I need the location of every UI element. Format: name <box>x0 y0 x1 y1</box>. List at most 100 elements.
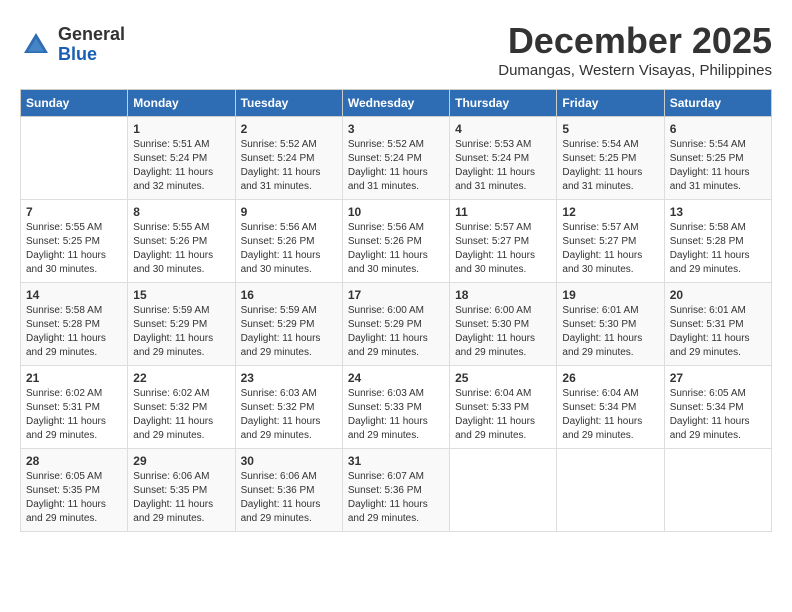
day-info: Sunrise: 6:03 AM Sunset: 5:33 PM Dayligh… <box>348 387 444 443</box>
calendar-cell: 12Sunrise: 5:57 AM Sunset: 5:27 PM Dayli… <box>557 200 664 283</box>
calendar-cell: 3 Sunrise: 5:52 AM Sunset: 5:24 PM Daylig… <box>342 117 449 200</box>
day-info: Sunrise: 6:01 AM Sunset: 5:30 PM Dayligh… <box>562 304 658 360</box>
calendar-cell <box>664 449 771 532</box>
calendar-cell: 18 Sunrise: 6:00 AM Sunset: 5:30 PM Dayli… <box>450 283 557 366</box>
day-number: 11 <box>455 205 551 219</box>
logo-icon <box>20 29 52 61</box>
day-number: 14 <box>26 288 122 302</box>
day-number: 28 <box>26 454 122 468</box>
logo: General Blue <box>20 25 125 65</box>
day-info: Sunrise: 6:02 AM Sunset: 5:32 PM Dayligh… <box>133 387 229 443</box>
day-number: 17 <box>348 288 444 302</box>
day-info: Sunrise: 5:54 AM Sunset: 5:25 PM Dayligh… <box>562 138 658 194</box>
calendar-cell: 27 Sunrise: 6:05 AM Sunset: 5:34 PM Dayli… <box>664 366 771 449</box>
calendar-cell: 10 Sunrise: 5:56 AM Sunset: 5:26 PM Dayli… <box>342 200 449 283</box>
header-cell-sunday: Sunday <box>21 90 128 117</box>
day-number: 15 <box>133 288 229 302</box>
calendar-body: 1 Sunrise: 5:51 AM Sunset: 5:24 PM Daylig… <box>21 117 772 532</box>
logo-blue: Blue <box>58 44 97 64</box>
location: Dumangas, Western Visayas, Philippines <box>498 62 772 79</box>
day-number: 7 <box>26 205 122 219</box>
calendar-week-3: 21Sunrise: 6:02 AM Sunset: 5:31 PM Dayli… <box>21 366 772 449</box>
day-info: Sunrise: 5:53 AM Sunset: 5:24 PM Dayligh… <box>455 138 551 194</box>
calendar-cell: 16 Sunrise: 5:59 AM Sunset: 5:29 PM Dayli… <box>235 283 342 366</box>
day-number: 5 <box>562 122 658 136</box>
day-info: Sunrise: 6:05 AM Sunset: 5:34 PM Dayligh… <box>670 387 766 443</box>
calendar-cell: 31Sunrise: 6:07 AM Sunset: 5:36 PM Dayli… <box>342 449 449 532</box>
title-block: December 2025 Dumangas, Western Visayas,… <box>498 20 772 79</box>
calendar-cell: 24 Sunrise: 6:03 AM Sunset: 5:33 PM Dayli… <box>342 366 449 449</box>
calendar-cell <box>557 449 664 532</box>
day-info: Sunrise: 5:55 AM Sunset: 5:25 PM Dayligh… <box>26 221 122 277</box>
calendar-cell: 17 Sunrise: 6:00 AM Sunset: 5:29 PM Dayli… <box>342 283 449 366</box>
day-info: Sunrise: 6:06 AM Sunset: 5:36 PM Dayligh… <box>241 470 337 526</box>
day-number: 3 <box>348 122 444 136</box>
calendar-header: SundayMondayTuesdayWednesdayThursdayFrid… <box>21 90 772 117</box>
day-number: 12 <box>562 205 658 219</box>
day-number: 18 <box>455 288 551 302</box>
calendar-week-1: 7 Sunrise: 5:55 AM Sunset: 5:25 PM Daylig… <box>21 200 772 283</box>
day-info: Sunrise: 6:00 AM Sunset: 5:29 PM Dayligh… <box>348 304 444 360</box>
day-number: 29 <box>133 454 229 468</box>
calendar-cell: 14 Sunrise: 5:58 AM Sunset: 5:28 PM Dayli… <box>21 283 128 366</box>
day-info: Sunrise: 6:04 AM Sunset: 5:33 PM Dayligh… <box>455 387 551 443</box>
day-info: Sunrise: 5:58 AM Sunset: 5:28 PM Dayligh… <box>26 304 122 360</box>
calendar-week-4: 28Sunrise: 6:05 AM Sunset: 5:35 PM Dayli… <box>21 449 772 532</box>
calendar-cell: 29 Sunrise: 6:06 AM Sunset: 5:35 PM Dayli… <box>128 449 235 532</box>
header-cell-thursday: Thursday <box>450 90 557 117</box>
calendar-cell: 23Sunrise: 6:03 AM Sunset: 5:32 PM Dayli… <box>235 366 342 449</box>
day-info: Sunrise: 5:51 AM Sunset: 5:24 PM Dayligh… <box>133 138 229 194</box>
calendar-cell: 6Sunrise: 5:54 AM Sunset: 5:25 PM Daylig… <box>664 117 771 200</box>
day-number: 26 <box>562 371 658 385</box>
calendar-cell: 25Sunrise: 6:04 AM Sunset: 5:33 PM Dayli… <box>450 366 557 449</box>
day-number: 24 <box>348 371 444 385</box>
day-info: Sunrise: 6:00 AM Sunset: 5:30 PM Dayligh… <box>455 304 551 360</box>
calendar-cell: 9Sunrise: 5:56 AM Sunset: 5:26 PM Daylig… <box>235 200 342 283</box>
day-number: 10 <box>348 205 444 219</box>
calendar-cell: 7 Sunrise: 5:55 AM Sunset: 5:25 PM Daylig… <box>21 200 128 283</box>
day-info: Sunrise: 5:52 AM Sunset: 5:24 PM Dayligh… <box>241 138 337 194</box>
day-info: Sunrise: 5:56 AM Sunset: 5:26 PM Dayligh… <box>241 221 337 277</box>
calendar-cell: 1 Sunrise: 5:51 AM Sunset: 5:24 PM Daylig… <box>128 117 235 200</box>
day-number: 4 <box>455 122 551 136</box>
calendar-cell: 22Sunrise: 6:02 AM Sunset: 5:32 PM Dayli… <box>128 366 235 449</box>
calendar-cell <box>450 449 557 532</box>
calendar-cell: 26 Sunrise: 6:04 AM Sunset: 5:34 PM Dayli… <box>557 366 664 449</box>
day-info: Sunrise: 5:52 AM Sunset: 5:24 PM Dayligh… <box>348 138 444 194</box>
day-info: Sunrise: 6:04 AM Sunset: 5:34 PM Dayligh… <box>562 387 658 443</box>
header-cell-wednesday: Wednesday <box>342 90 449 117</box>
day-number: 27 <box>670 371 766 385</box>
calendar-cell: 11 Sunrise: 5:57 AM Sunset: 5:27 PM Dayli… <box>450 200 557 283</box>
calendar-cell: 30Sunrise: 6:06 AM Sunset: 5:36 PM Dayli… <box>235 449 342 532</box>
page-header: General Blue December 2025 Dumangas, Wes… <box>20 20 772 79</box>
calendar-week-0: 1 Sunrise: 5:51 AM Sunset: 5:24 PM Daylig… <box>21 117 772 200</box>
day-number: 1 <box>133 122 229 136</box>
day-number: 21 <box>26 371 122 385</box>
day-info: Sunrise: 5:59 AM Sunset: 5:29 PM Dayligh… <box>133 304 229 360</box>
day-info: Sunrise: 6:06 AM Sunset: 5:35 PM Dayligh… <box>133 470 229 526</box>
day-info: Sunrise: 5:56 AM Sunset: 5:26 PM Dayligh… <box>348 221 444 277</box>
day-info: Sunrise: 5:55 AM Sunset: 5:26 PM Dayligh… <box>133 221 229 277</box>
header-row: SundayMondayTuesdayWednesdayThursdayFrid… <box>21 90 772 117</box>
day-info: Sunrise: 6:01 AM Sunset: 5:31 PM Dayligh… <box>670 304 766 360</box>
calendar-cell <box>21 117 128 200</box>
day-info: Sunrise: 5:57 AM Sunset: 5:27 PM Dayligh… <box>455 221 551 277</box>
day-number: 31 <box>348 454 444 468</box>
day-info: Sunrise: 5:59 AM Sunset: 5:29 PM Dayligh… <box>241 304 337 360</box>
month-title: December 2025 <box>498 20 772 62</box>
logo-text: General Blue <box>58 25 125 65</box>
day-info: Sunrise: 6:03 AM Sunset: 5:32 PM Dayligh… <box>241 387 337 443</box>
header-cell-friday: Friday <box>557 90 664 117</box>
logo-general: General <box>58 24 125 44</box>
day-number: 16 <box>241 288 337 302</box>
calendar-cell: 2Sunrise: 5:52 AM Sunset: 5:24 PM Daylig… <box>235 117 342 200</box>
calendar-week-2: 14 Sunrise: 5:58 AM Sunset: 5:28 PM Dayli… <box>21 283 772 366</box>
day-number: 20 <box>670 288 766 302</box>
calendar-cell: 15 Sunrise: 5:59 AM Sunset: 5:29 PM Dayli… <box>128 283 235 366</box>
calendar-cell: 4 Sunrise: 5:53 AM Sunset: 5:24 PM Daylig… <box>450 117 557 200</box>
day-number: 19 <box>562 288 658 302</box>
calendar-cell: 21Sunrise: 6:02 AM Sunset: 5:31 PM Dayli… <box>21 366 128 449</box>
calendar-cell: 8Sunrise: 5:55 AM Sunset: 5:26 PM Daylig… <box>128 200 235 283</box>
header-cell-monday: Monday <box>128 90 235 117</box>
calendar-cell: 19 Sunrise: 6:01 AM Sunset: 5:30 PM Dayli… <box>557 283 664 366</box>
